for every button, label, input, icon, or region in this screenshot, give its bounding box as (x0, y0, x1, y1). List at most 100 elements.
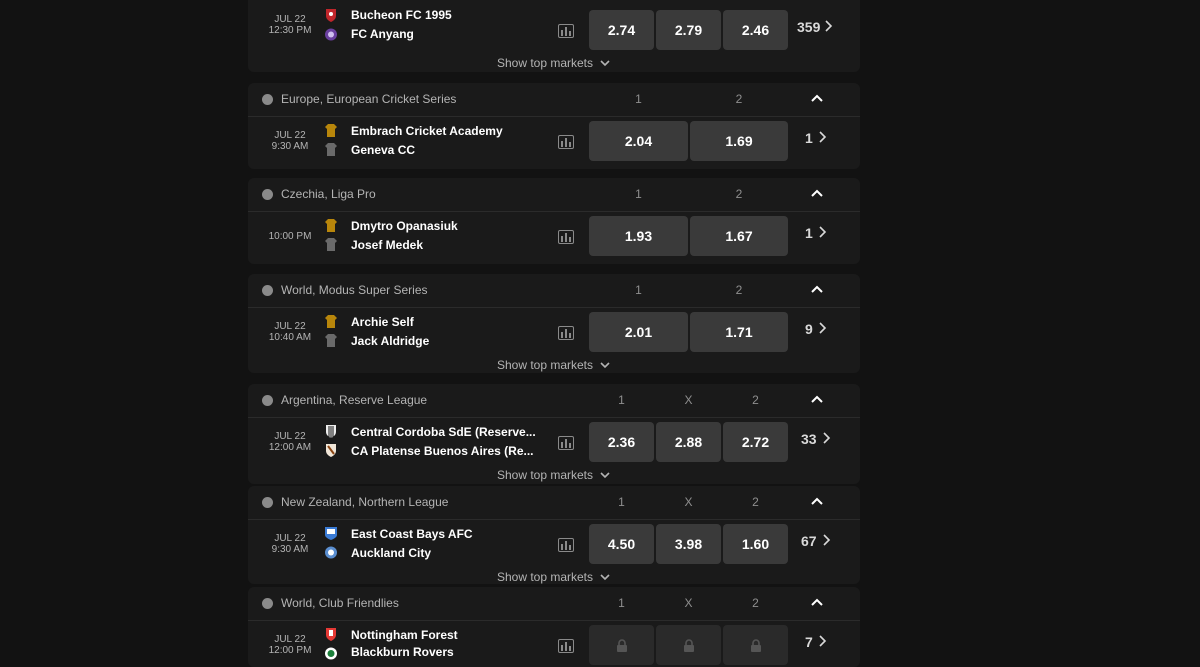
stats-icon[interactable] (558, 436, 574, 450)
event-date: 10:00 PM (268, 231, 312, 242)
odd-button-2[interactable]: 1.60 (723, 524, 788, 564)
stats-icon[interactable] (558, 24, 574, 38)
event-row[interactable]: JUL 22 9:30 AM Embrach Cricket Academy Ge… (248, 117, 860, 169)
chevron-up-icon[interactable] (808, 281, 826, 299)
lock-icon (683, 639, 694, 653)
odd-button-2[interactable]: 2.46 (723, 10, 788, 50)
away-team: Blackburn Rovers (351, 645, 454, 659)
away-team: Geneva CC (351, 143, 416, 157)
soccer-ball-icon (262, 598, 273, 609)
soccer-ball-icon (262, 497, 273, 508)
league-header: Argentina, Reserve League 1 X 2 (248, 384, 860, 418)
event-date: JUL 22 12:30 PM (268, 14, 312, 36)
chevron-down-icon (600, 574, 610, 580)
league-header: Czechia, Liga Pro 1 2 (248, 178, 860, 212)
odd-button-1[interactable]: 2.36 (589, 422, 654, 462)
event-row[interactable]: JUL 22 12:00 PM Nottingham Forest Blackbu… (248, 621, 860, 667)
chevron-up-icon[interactable] (808, 391, 826, 409)
odd-button-2[interactable]: 1.71 (690, 312, 788, 352)
chevron-right-icon (823, 432, 831, 444)
chevron-up-icon[interactable] (808, 493, 826, 511)
event-row[interactable]: JUL 22 9:30 AM East Coast Bays AFC Auckla… (248, 520, 860, 572)
soccer-ball-icon (262, 395, 273, 406)
jersey-icon (325, 124, 337, 137)
league-card: World, Club Friendlies 1 X 2 JUL 22 12:00… (248, 587, 860, 667)
stats-icon[interactable] (558, 135, 574, 149)
column-header: 2 (752, 393, 759, 407)
more-markets-link[interactable]: 67 (801, 533, 831, 549)
column-header: 2 (752, 596, 759, 610)
jersey-icon (325, 315, 337, 328)
darts-icon (262, 285, 273, 296)
show-top-markets[interactable]: Show top markets (248, 357, 860, 372)
chevron-up-icon[interactable] (808, 594, 826, 612)
league-name: Europe, European Cricket Series (281, 92, 457, 106)
show-top-markets[interactable]: Show top markets (248, 467, 860, 482)
chevron-up-icon[interactable] (808, 90, 826, 108)
chevron-right-icon (819, 131, 827, 143)
event-row[interactable]: JUL 22 10:40 AM Archie Self Jack Aldridge… (248, 308, 860, 360)
stats-icon[interactable] (558, 538, 574, 552)
column-header: X (684, 495, 693, 509)
league-card: Czechia, Liga Pro 1 2 10:00 PM Dmytro Op… (248, 178, 860, 264)
home-team: Central Cordoba SdE (Reserve... (351, 425, 536, 439)
more-markets-link[interactable]: 1 (805, 130, 827, 146)
home-team: East Coast Bays AFC (351, 527, 473, 541)
home-team: Nottingham Forest (351, 628, 458, 642)
home-team: Bucheon FC 1995 (351, 8, 452, 22)
column-header: 1 (635, 187, 642, 201)
more-markets-link[interactable]: 7 (805, 634, 827, 650)
odd-button-1[interactable]: 4.50 (589, 524, 654, 564)
league-name: World, Modus Super Series (281, 283, 428, 297)
lock-icon (616, 639, 627, 653)
team-logo-icon (325, 28, 337, 41)
league-name: World, Club Friendlies (281, 596, 399, 610)
away-team: Auckland City (351, 546, 432, 560)
chevron-up-icon[interactable] (808, 185, 826, 203)
team-logo-icon (326, 444, 336, 457)
column-header: 2 (735, 92, 743, 106)
stats-icon[interactable] (558, 230, 574, 244)
odd-button-1 (589, 625, 654, 665)
odd-button-2[interactable]: 2.72 (723, 422, 788, 462)
event-row[interactable]: JUL 22 12:30 PM Bucheon FC 1995 FC Anyang… (248, 6, 860, 58)
league-card: World, Modus Super Series 1 2 JUL 22 10:4… (248, 274, 860, 373)
show-top-markets[interactable]: Show top markets (248, 569, 860, 584)
league-header: Europe, European Cricket Series 1 2 (248, 83, 860, 117)
chevron-down-icon (600, 60, 610, 66)
event-row[interactable]: 10:00 PM Dmytro Opanasiuk Josef Medek 1.… (248, 212, 860, 264)
chevron-right-icon (819, 322, 827, 334)
column-header: 1 (618, 393, 625, 407)
more-markets-link[interactable]: 1 (805, 225, 827, 241)
show-top-markets[interactable]: Show top markets (248, 55, 860, 70)
more-markets-link[interactable]: 9 (805, 321, 827, 337)
more-markets-link[interactable]: 359 (797, 19, 833, 35)
event-list: JUL 22 12:30 PM Bucheon FC 1995 FC Anyang… (248, 0, 860, 667)
event-date: JUL 22 10:40 AM (268, 321, 312, 343)
odd-button-1[interactable]: 2.04 (589, 121, 688, 161)
odd-button-2[interactable]: 1.69 (690, 121, 788, 161)
column-header: 1 (635, 92, 642, 106)
event-row[interactable]: JUL 22 12:00 AM Central Cordoba SdE (Rese… (248, 418, 860, 470)
odd-button-x[interactable]: 2.79 (656, 10, 721, 50)
more-markets-link[interactable]: 33 (801, 431, 831, 447)
chevron-right-icon (819, 226, 827, 238)
column-header: 1 (635, 283, 642, 297)
league-header: New Zealand, Northern League 1 X 2 (248, 486, 860, 520)
lock-icon (750, 639, 761, 653)
odd-button-2[interactable]: 1.67 (690, 216, 788, 256)
odd-button-x[interactable]: 2.88 (656, 422, 721, 462)
odd-button-1[interactable]: 2.01 (589, 312, 688, 352)
stats-icon[interactable] (558, 326, 574, 340)
column-header: X (684, 393, 693, 407)
odd-button-1[interactable]: 2.74 (589, 10, 654, 50)
home-team: Embrach Cricket Academy (351, 124, 503, 138)
stats-icon[interactable] (558, 639, 574, 653)
away-team: Jack Aldridge (351, 334, 430, 348)
column-header: X (684, 596, 693, 610)
away-team: FC Anyang (351, 27, 414, 41)
league-card: Europe, European Cricket Series 1 2 JUL … (248, 83, 860, 169)
odd-button-x[interactable]: 3.98 (656, 524, 721, 564)
odd-button-1[interactable]: 1.93 (589, 216, 688, 256)
column-header: 1 (618, 495, 625, 509)
